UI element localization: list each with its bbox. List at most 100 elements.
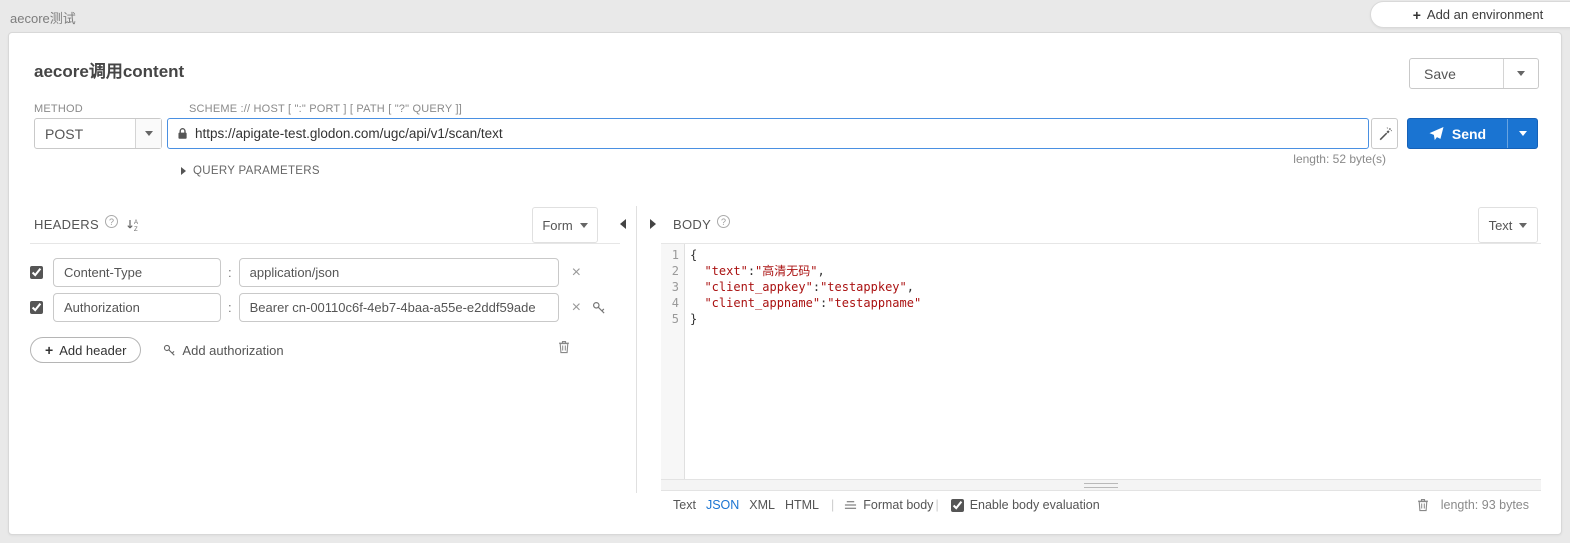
editor-resize-handle[interactable] <box>661 479 1541 491</box>
body-panel: BODY ? Text 12345 { "text":"高清无码", "clie… <box>661 206 1541 519</box>
paper-plane-icon <box>1429 127 1444 141</box>
header-value-input[interactable] <box>239 258 559 287</box>
format-tab-html[interactable]: HTML <box>785 498 819 512</box>
form-dropdown-label: Form <box>542 218 572 233</box>
url-magic-wand-button[interactable] <box>1371 118 1398 149</box>
enable-body-evaluation: Enable body evaluation <box>951 498 1100 512</box>
body-editor[interactable]: 12345 { "text":"高清无码", "client_appkey":"… <box>661 244 1541 479</box>
key-icon <box>163 344 176 357</box>
expand-right-panel-arrow[interactable] <box>650 219 656 229</box>
line-number: 5 <box>661 311 684 327</box>
header-row-content-type: : × <box>30 257 581 288</box>
add-authorization-button[interactable]: Add authorization <box>163 343 283 358</box>
query-parameters-toggle[interactable]: QUERY PARAMETERS <box>181 165 320 177</box>
query-parameters-label: QUERY PARAMETERS <box>193 165 320 177</box>
chevron-down-icon <box>580 223 588 228</box>
request-title: aecore调用content <box>34 57 184 82</box>
line-number: 1 <box>661 247 684 263</box>
auth-key-icon[interactable] <box>592 301 606 315</box>
headers-form-dropdown[interactable]: Form <box>532 207 598 243</box>
format-body-label: Format body <box>863 498 933 512</box>
plus-icon: + <box>45 342 53 358</box>
body-title: BODY <box>673 217 711 232</box>
scheme-label: SCHEME :// HOST [ ":" PORT ] [ PATH [ "?… <box>189 103 462 115</box>
save-button[interactable]: Save <box>1410 59 1503 88</box>
send-label: Send <box>1452 126 1486 142</box>
url-field-wrapper <box>167 118 1369 149</box>
drag-grip-icon <box>1084 483 1118 488</box>
chevron-down-icon <box>1517 71 1525 76</box>
code-lines[interactable]: { "text":"高清无码", "client_appkey":"testap… <box>685 244 1541 479</box>
send-split-button: Send <box>1407 118 1538 149</box>
save-split-button: Save <box>1409 58 1539 89</box>
code-line: "text":"高清无码", <box>690 263 1541 279</box>
help-icon[interactable]: ? <box>717 215 730 228</box>
header-value-input[interactable] <box>239 293 559 322</box>
plus-icon: + <box>1413 7 1421 23</box>
add-environment-button[interactable]: + Add an environment <box>1370 1 1570 28</box>
add-header-label: Add header <box>59 343 126 358</box>
header-name-input[interactable] <box>53 258 221 287</box>
chevron-down-icon <box>1519 131 1527 136</box>
enable-evaluation-label: Enable body evaluation <box>970 498 1100 512</box>
svg-text:Z: Z <box>134 227 138 232</box>
format-tab-text[interactable]: Text <box>673 498 696 512</box>
delete-headers-icon[interactable] <box>558 340 570 359</box>
code-line: "client_appname":"testappname" <box>690 295 1541 311</box>
add-header-button[interactable]: + Add header <box>30 337 141 363</box>
lock-icon <box>177 127 188 140</box>
remove-header-icon[interactable]: × <box>572 300 581 316</box>
request-panel: aecore调用content Save METHOD SCHEME :// H… <box>8 32 1562 535</box>
add-authorization-label: Add authorization <box>182 343 283 358</box>
top-bar: aecore测试 + Add an environment <box>0 0 1570 32</box>
headers-panel-bar: HEADERS ? A Z Form <box>30 206 620 244</box>
chevron-right-icon <box>181 167 186 175</box>
url-length-indicator: length: 52 byte(s) <box>1293 152 1386 166</box>
method-dropdown-button[interactable] <box>135 119 161 148</box>
colon-separator: : <box>228 300 232 315</box>
project-title: aecore测试 <box>10 8 76 27</box>
help-icon[interactable]: ? <box>105 215 118 228</box>
format-body-button[interactable]: Format body <box>844 498 933 512</box>
chevron-down-icon <box>145 131 153 136</box>
chevron-down-icon <box>1519 223 1527 228</box>
header-enabled-checkbox[interactable] <box>30 301 43 314</box>
clear-body-icon[interactable] <box>1417 498 1429 512</box>
headers-actions-row: + Add header Add authorization <box>30 337 284 363</box>
header-row-authorization: : × <box>30 292 606 323</box>
line-number: 3 <box>661 279 684 295</box>
line-number: 4 <box>661 295 684 311</box>
code-line: "client_appkey":"testappkey", <box>690 279 1541 295</box>
code-line: { <box>690 247 1541 263</box>
send-button[interactable]: Send <box>1408 119 1507 148</box>
sort-az-icon[interactable]: A Z <box>126 218 140 232</box>
add-environment-label: Add an environment <box>1427 7 1543 22</box>
header-enabled-checkbox[interactable] <box>30 266 43 279</box>
body-length-indicator: length: 93 bytes <box>1441 498 1529 512</box>
svg-text:A: A <box>134 220 138 226</box>
separator: | <box>935 498 938 512</box>
collapse-left-panel-arrow[interactable] <box>620 219 626 229</box>
panel-divider <box>636 206 637 493</box>
body-footer: Text JSON XML HTML | Format body | Enabl… <box>661 491 1541 519</box>
method-value: POST <box>35 119 135 148</box>
line-gutter: 12345 <box>661 244 685 479</box>
enable-evaluation-checkbox[interactable] <box>951 499 964 512</box>
send-dropdown-button[interactable] <box>1507 119 1537 148</box>
headers-panel: HEADERS ? A Z Form : × : <box>30 206 620 506</box>
save-dropdown-button[interactable] <box>1503 59 1538 88</box>
headers-title: HEADERS <box>34 217 99 232</box>
colon-separator: : <box>228 265 232 280</box>
url-input[interactable] <box>195 126 1359 141</box>
format-tab-xml[interactable]: XML <box>749 498 775 512</box>
body-panel-bar: BODY ? Text <box>661 206 1541 244</box>
header-name-input[interactable] <box>53 293 221 322</box>
magic-wand-icon <box>1378 127 1392 141</box>
body-type-label: Text <box>1489 218 1513 233</box>
line-number: 2 <box>661 263 684 279</box>
remove-header-icon[interactable]: × <box>572 265 581 281</box>
method-select[interactable]: POST <box>34 118 162 149</box>
format-tab-json[interactable]: JSON <box>706 498 739 512</box>
method-label: METHOD <box>34 103 83 115</box>
body-type-dropdown[interactable]: Text <box>1478 207 1538 243</box>
